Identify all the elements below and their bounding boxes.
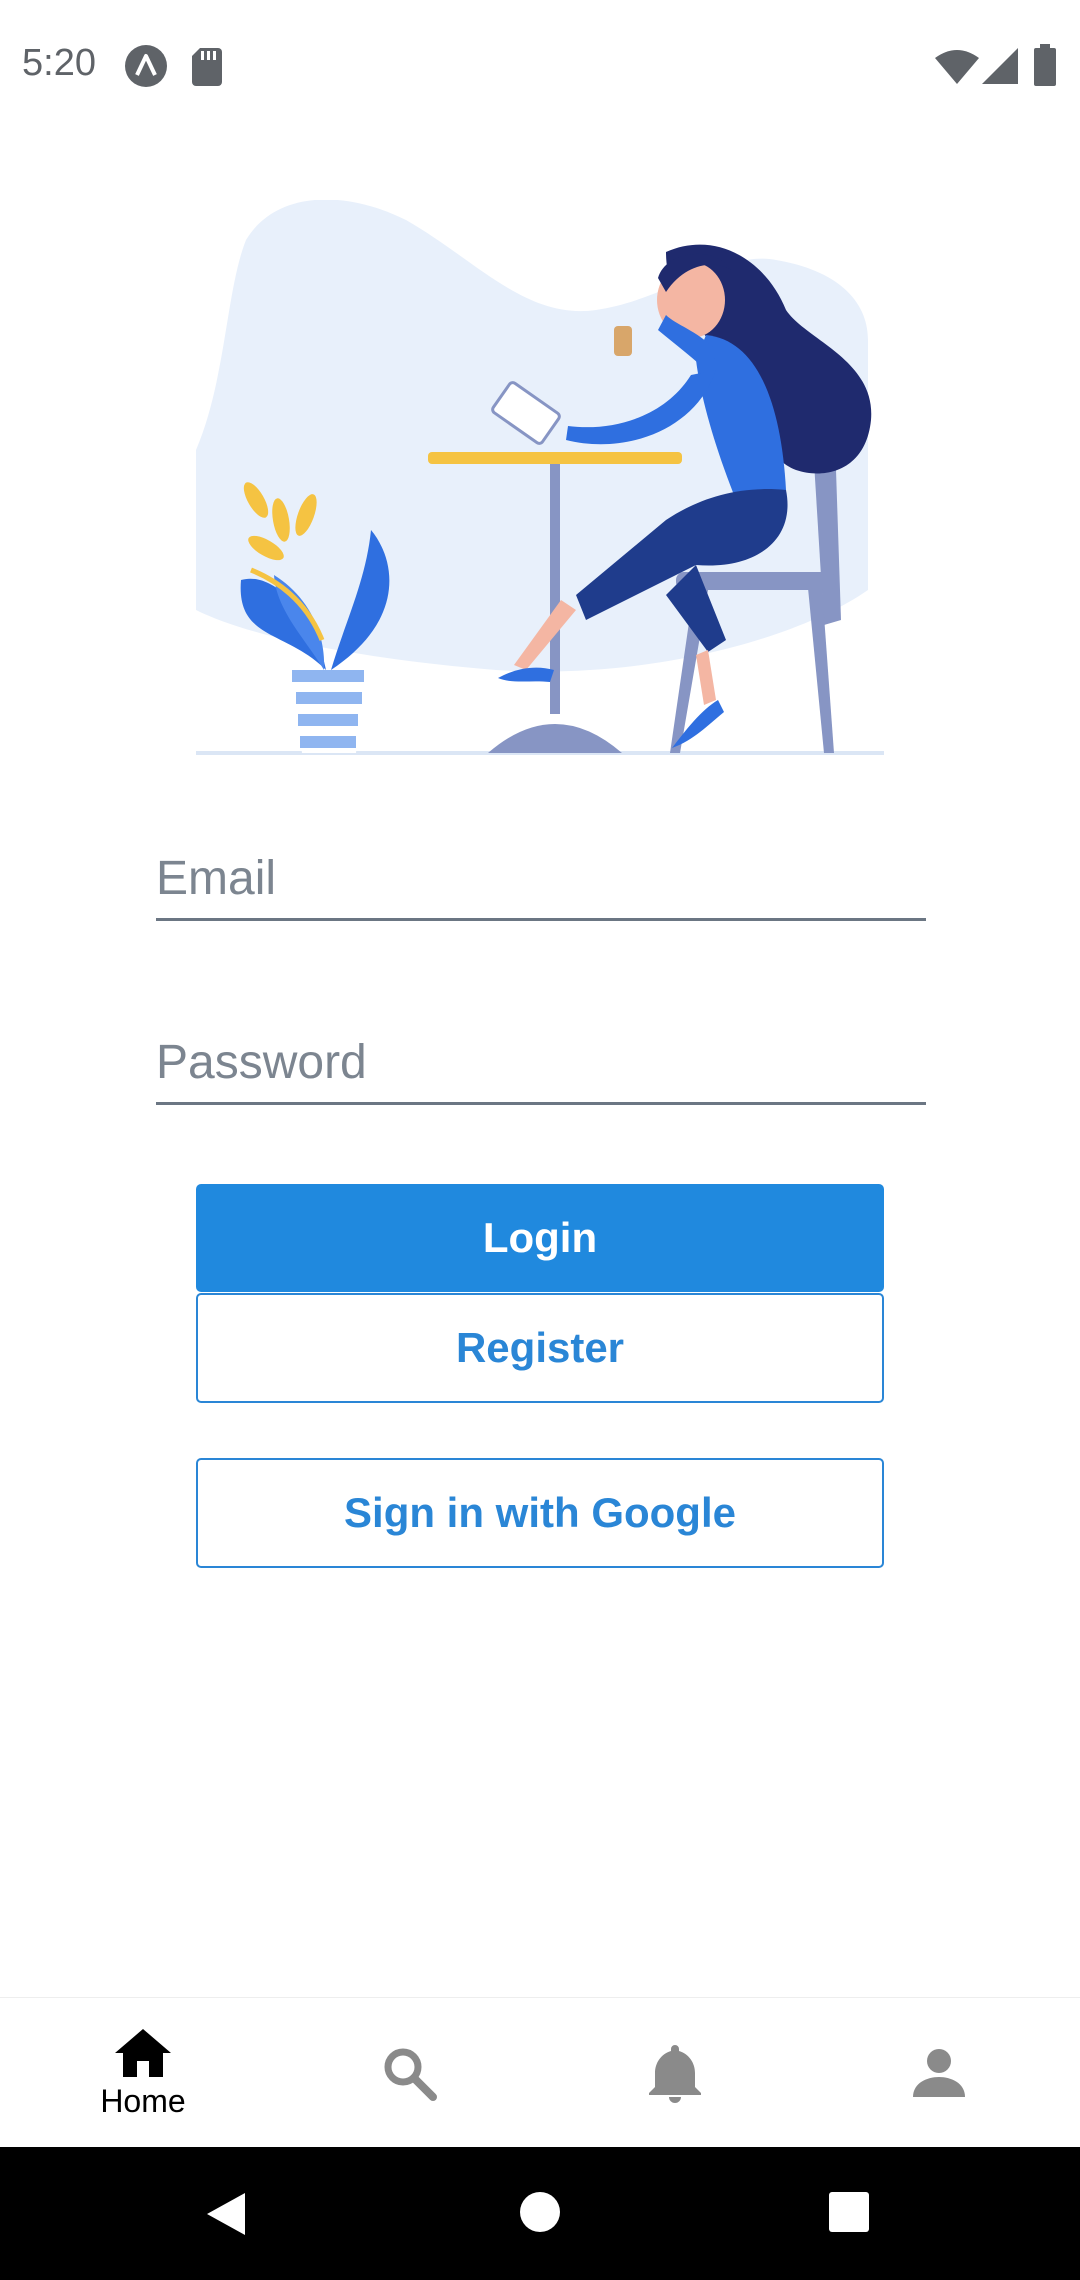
home-circle-icon[interactable] — [519, 2191, 561, 2233]
register-button[interactable]: Register — [196, 1293, 884, 1403]
bottom-navigation: Home — [0, 1997, 1080, 2148]
login-button-label: Login — [482, 1214, 598, 1261]
status-time: 5:20 — [22, 42, 96, 84]
nav-label-home: Home — [100, 2082, 186, 2119]
login-button[interactable]: Login — [196, 1184, 884, 1292]
signal-icon — [982, 48, 1018, 84]
bell-icon — [649, 2045, 701, 2103]
sd-card-icon — [192, 48, 222, 86]
nav-item-profile[interactable] — [804, 1998, 1074, 2148]
home-icon — [115, 2028, 171, 2077]
email-field[interactable] — [156, 838, 926, 921]
nav-item-search[interactable] — [274, 1998, 544, 2148]
search-icon — [384, 2048, 437, 2101]
google-signin-label: Sign in with Google — [344, 1489, 736, 1536]
status-bar: 5:20 — [0, 0, 1080, 130]
recents-icon[interactable] — [828, 2191, 870, 2233]
back-icon[interactable] — [205, 2191, 247, 2237]
nav-item-notifications[interactable] — [540, 1998, 810, 2148]
wifi-icon — [935, 50, 979, 84]
person-icon — [913, 2049, 965, 2097]
google-signin-button[interactable]: Sign in with Google — [196, 1458, 884, 1568]
nav-item-home[interactable]: Home — [8, 1998, 278, 2148]
password-field[interactable] — [156, 1022, 926, 1105]
system-navigation-bar — [0, 2147, 1080, 2280]
login-illustration — [196, 200, 884, 755]
battery-icon — [1034, 44, 1056, 86]
register-button-label: Register — [455, 1324, 625, 1371]
app-notification-icon — [125, 45, 167, 87]
